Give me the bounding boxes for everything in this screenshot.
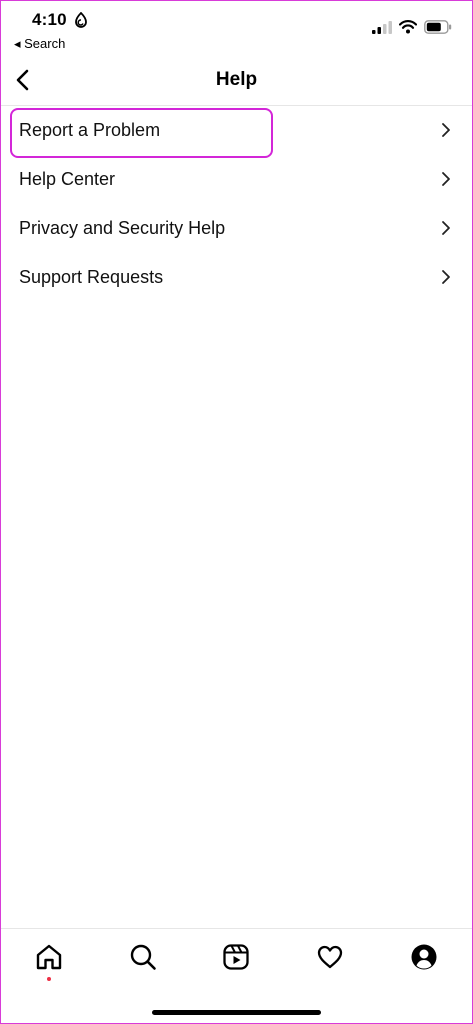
search-icon[interactable] [129,943,157,971]
status-time: 4:10 [32,10,67,29]
profile-icon[interactable] [410,943,438,971]
back-to-app-link[interactable]: ◂ Search [14,36,65,52]
chevron-right-icon [442,172,450,186]
status-bar: 4:10 ◂ Search [0,0,473,56]
chevron-right-icon [442,221,450,235]
menu-item-label: Help Center [19,169,116,189]
help-menu: Report a Problem Help Center Privacy and… [0,106,473,302]
menu-item-label: Privacy and Security Help [19,218,226,238]
bottom-tab-bar [0,928,473,1024]
chevron-right-icon [442,123,450,137]
page-title: Help [215,69,258,90]
menu-item-report-a-problem[interactable]: Report a Problem [0,106,473,158]
cellular-signal-icon [372,21,392,34]
menu-item-label: Report a Problem [19,120,161,140]
chevron-right-icon [442,270,450,284]
heart-icon[interactable] [316,943,344,971]
menu-item-help-center[interactable]: Help Center [0,155,473,204]
menu-item-privacy-security-help[interactable]: Privacy and Security Help [0,204,473,253]
reels-icon[interactable] [222,943,250,971]
menu-item-support-requests[interactable]: Support Requests [0,253,473,302]
focus-mode-icon [75,12,87,28]
home-icon[interactable] [35,943,63,971]
battery-icon [424,20,452,34]
notification-dot [47,977,51,981]
navigation-bar: Help [0,56,473,106]
wifi-icon [399,20,417,34]
menu-item-label: Support Requests [19,267,164,287]
home-indicator [152,1010,321,1015]
